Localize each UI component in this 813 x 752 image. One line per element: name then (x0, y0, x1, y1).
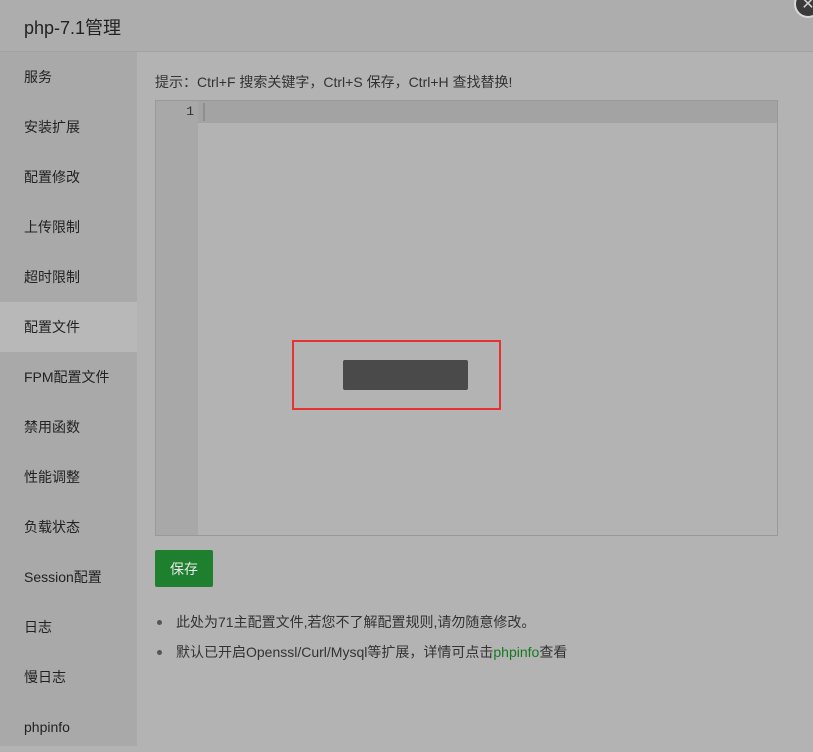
active-line-highlight (198, 101, 777, 123)
note-text-suffix: 查看 (539, 644, 568, 660)
sidebar: 服务 安装扩展 配置修改 上传限制 超时限制 配置文件 FPM配置文件 禁用函数… (0, 52, 137, 746)
save-button[interactable]: 保存 (155, 550, 213, 587)
line-number: 1 (186, 104, 194, 119)
loading-indicator (343, 360, 468, 390)
sidebar-item-log[interactable]: 日志 (0, 602, 137, 652)
sidebar-item-disabled-functions[interactable]: 禁用函数 (0, 402, 137, 452)
sidebar-item-upload-limit[interactable]: 上传限制 (0, 202, 137, 252)
list-item: 默认已开启Openssl/Curl/Mysql等扩展，详情可点击phpinfo查… (155, 642, 567, 672)
text-cursor (203, 103, 205, 121)
sidebar-item-load-status[interactable]: 负载状态 (0, 502, 137, 552)
sidebar-item-config-file[interactable]: 配置文件 (0, 302, 137, 352)
phpinfo-link[interactable]: phpinfo (493, 644, 539, 660)
dialog-title: php-7.1管理 (24, 18, 122, 38)
sidebar-item-phpinfo[interactable]: phpinfo (0, 702, 137, 752)
sidebar-item-slow-log[interactable]: 慢日志 (0, 652, 137, 702)
sidebar-item-install-extensions[interactable]: 安装扩展 (0, 102, 137, 152)
note-text-prefix: 默认已开启Openssl/Curl/Mysql等扩展，详情可点击 (176, 644, 494, 660)
sidebar-item-performance-tuning[interactable]: 性能调整 (0, 452, 137, 502)
sidebar-item-service[interactable]: 服务 (0, 52, 137, 102)
php-manager-dialog: php-7.1管理 ✕ 服务 安装扩展 配置修改 上传限制 超时限制 配置文件 … (0, 0, 813, 746)
notes-list: 此处为71主配置文件,若您不了解配置规则,请勿随意修改。 默认已开启Openss… (155, 612, 567, 672)
title-bar: php-7.1管理 (0, 0, 813, 52)
bullet-icon (157, 620, 162, 625)
sidebar-item-timeout-limit[interactable]: 超时限制 (0, 252, 137, 302)
sidebar-item-session-config[interactable]: Session配置 (0, 552, 137, 602)
editor-hint: 提示：Ctrl+F 搜索关键字，Ctrl+S 保存，Ctrl+H 查找替换! (155, 74, 513, 90)
list-item: 此处为71主配置文件,若您不了解配置规则,请勿随意修改。 (155, 612, 567, 642)
sidebar-item-config-modify[interactable]: 配置修改 (0, 152, 137, 202)
note-text: 此处为71主配置文件,若您不了解配置规则,请勿随意修改。 (176, 614, 536, 630)
code-editor[interactable]: 1 (155, 100, 778, 536)
sidebar-item-fpm-config-file[interactable]: FPM配置文件 (0, 352, 137, 402)
editor-gutter: 1 (156, 101, 198, 535)
bullet-icon (157, 650, 162, 655)
